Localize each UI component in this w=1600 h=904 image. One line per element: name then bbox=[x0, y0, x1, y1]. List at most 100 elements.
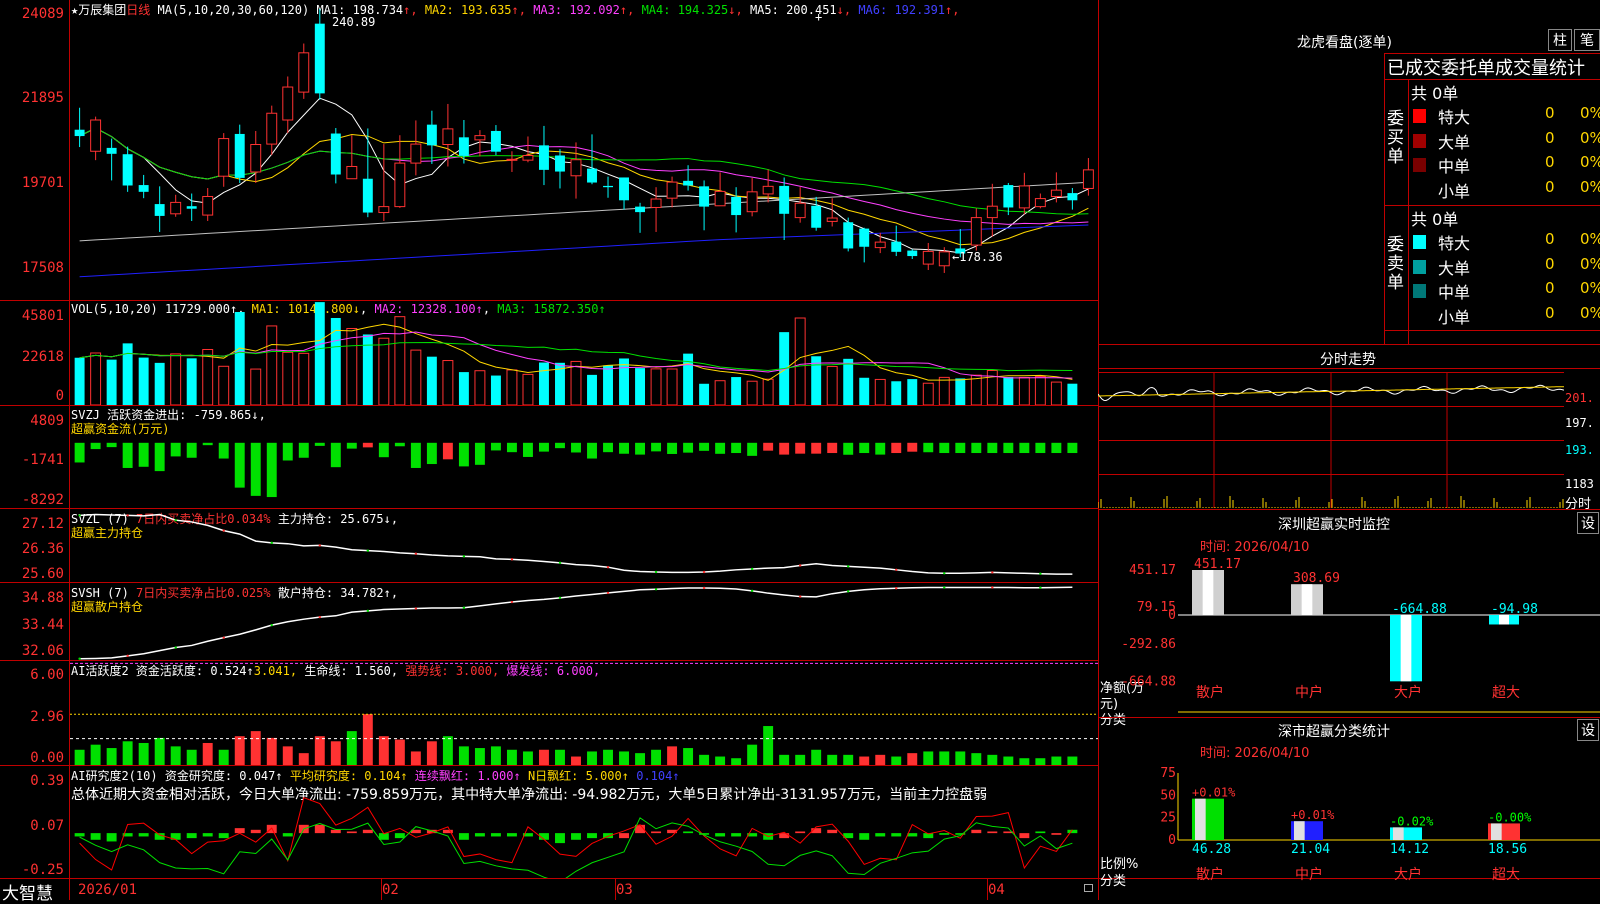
indicator-bar bbox=[330, 741, 341, 765]
crosshair-icon[interactable]: + bbox=[815, 10, 822, 24]
lock-icon[interactable] bbox=[1084, 884, 1093, 892]
ai1-chart[interactable] bbox=[70, 660, 1098, 765]
indicator-bar bbox=[539, 442, 549, 452]
order-row-name: 大单 bbox=[1438, 132, 1471, 152]
buy-orders-label: 委买单 bbox=[1387, 109, 1404, 167]
volume-chart[interactable] bbox=[70, 300, 1098, 405]
order-row-name: 中单 bbox=[1438, 283, 1471, 302]
indicator-bar bbox=[410, 349, 422, 405]
indicator-bar bbox=[474, 370, 486, 405]
order-row-n: 0 bbox=[1545, 254, 1555, 273]
indicator-bar bbox=[570, 360, 582, 405]
indicator-bar bbox=[731, 758, 742, 765]
ma10-line bbox=[79, 127, 1089, 246]
intraday-chart[interactable] bbox=[1097, 372, 1565, 508]
order-row-name: 中单 bbox=[1438, 157, 1471, 176]
indicator-bar bbox=[955, 378, 966, 405]
indicator-bar bbox=[266, 737, 277, 765]
indicator-bar bbox=[266, 325, 278, 405]
indicator-bar bbox=[795, 831, 806, 834]
indicator-bar bbox=[587, 833, 597, 839]
bar-mode-button[interactable]: 柱 bbox=[1548, 29, 1572, 51]
indicator-bar bbox=[138, 742, 149, 765]
line-marker bbox=[943, 572, 946, 575]
indicator-bar bbox=[971, 442, 982, 454]
indicator-bar bbox=[250, 829, 261, 834]
order-row-pct: 0% bbox=[1580, 254, 1600, 273]
indicator-bar bbox=[891, 756, 902, 765]
line-marker bbox=[174, 518, 177, 522]
indicator-bar bbox=[282, 746, 293, 765]
monitor-title: 深圳超赢实时监控 bbox=[1278, 517, 1390, 533]
indicator-bar bbox=[1051, 756, 1062, 765]
indicator-bar bbox=[891, 833, 902, 837]
candle-body bbox=[1003, 185, 1014, 208]
class-settings-button[interactable]: 设 bbox=[1577, 719, 1599, 741]
indicator-bar bbox=[1050, 381, 1062, 405]
candle-body bbox=[426, 124, 437, 146]
indicator-bar bbox=[762, 378, 774, 405]
lhb-title: 龙虎看盘(逐单) bbox=[1297, 35, 1392, 51]
indicator-bar bbox=[1019, 442, 1030, 454]
line-marker bbox=[895, 587, 898, 590]
vol-ytick: 0 bbox=[55, 388, 64, 404]
svsh-chart[interactable] bbox=[70, 582, 1098, 660]
class-bar-bottom-label: 14.12 bbox=[1390, 842, 1429, 857]
xaxis-label: 02 bbox=[382, 882, 399, 898]
order-row-name: 小单 bbox=[1438, 307, 1471, 327]
ai1-ytick: 0.00 bbox=[30, 750, 64, 766]
indicator-bar bbox=[1019, 833, 1030, 839]
line-marker bbox=[126, 514, 129, 517]
indicator-bar bbox=[394, 442, 405, 447]
indicator-bar bbox=[74, 357, 85, 405]
indicator-bar bbox=[426, 741, 437, 765]
indicator-bar bbox=[1003, 756, 1014, 765]
indicator-bar bbox=[90, 442, 101, 450]
indicator-bar bbox=[859, 442, 870, 454]
line-marker bbox=[558, 561, 562, 565]
line-marker bbox=[943, 586, 946, 589]
xaxis-label: 04 bbox=[988, 882, 1005, 898]
indicator-bar bbox=[170, 746, 181, 765]
candle-body bbox=[938, 251, 950, 267]
indicator-bar bbox=[971, 829, 982, 834]
tick-mode-button[interactable]: 笔 bbox=[1574, 29, 1600, 51]
line-marker bbox=[270, 541, 273, 545]
line-marker bbox=[318, 615, 321, 619]
indicator-bar bbox=[1067, 442, 1078, 454]
indicator-bar bbox=[218, 442, 229, 459]
class-ytick: 75 bbox=[1160, 766, 1176, 781]
monitor-chart[interactable]: 451.17 79.15 0 -292.86 -664.88 451.17 散户 308.69… bbox=[1098, 555, 1600, 715]
xaxis-label: 03 bbox=[616, 882, 633, 898]
indicator-bar bbox=[234, 312, 245, 405]
line-marker bbox=[222, 529, 225, 532]
indicator-bar bbox=[763, 442, 774, 451]
order-row-name: 特大 bbox=[1438, 108, 1471, 127]
candle-body bbox=[330, 133, 341, 175]
ma20-line bbox=[79, 127, 1089, 225]
class-bar-top-label: -0.00% bbox=[1488, 810, 1532, 824]
indicator-bar bbox=[987, 754, 998, 765]
indicator-bar bbox=[490, 833, 501, 837]
line-marker bbox=[798, 564, 802, 567]
class-chart[interactable]: 75 50 25 0 +0.01% 46.28 散户 +0.01% 21.04 中户 -0.02% 1… bbox=[1098, 758, 1600, 900]
svsh-ytick: 34.88 bbox=[21, 590, 64, 606]
ai2-chart[interactable] bbox=[70, 765, 1098, 878]
kline-chart[interactable] bbox=[70, 0, 1098, 300]
svzl-chart[interactable] bbox=[70, 508, 1098, 582]
ai2-ytick: -0.25 bbox=[21, 862, 64, 878]
indicator-bar bbox=[587, 442, 597, 459]
svzj-chart[interactable] bbox=[70, 405, 1098, 508]
kline-ytick: 19701 bbox=[21, 175, 64, 191]
indicator-bar bbox=[635, 442, 646, 455]
indicator-bar bbox=[490, 746, 501, 765]
intraday-ytick: 197. bbox=[1565, 416, 1594, 430]
indicator-bar bbox=[891, 442, 902, 454]
indicator-bar bbox=[186, 833, 197, 839]
monitor-bar-highlight bbox=[1400, 615, 1412, 682]
indicator-bar bbox=[74, 442, 85, 463]
line-marker bbox=[750, 589, 754, 593]
monitor-settings-button[interactable]: 设 bbox=[1577, 512, 1599, 534]
indicator-bar bbox=[202, 833, 213, 837]
line-marker bbox=[895, 568, 898, 572]
